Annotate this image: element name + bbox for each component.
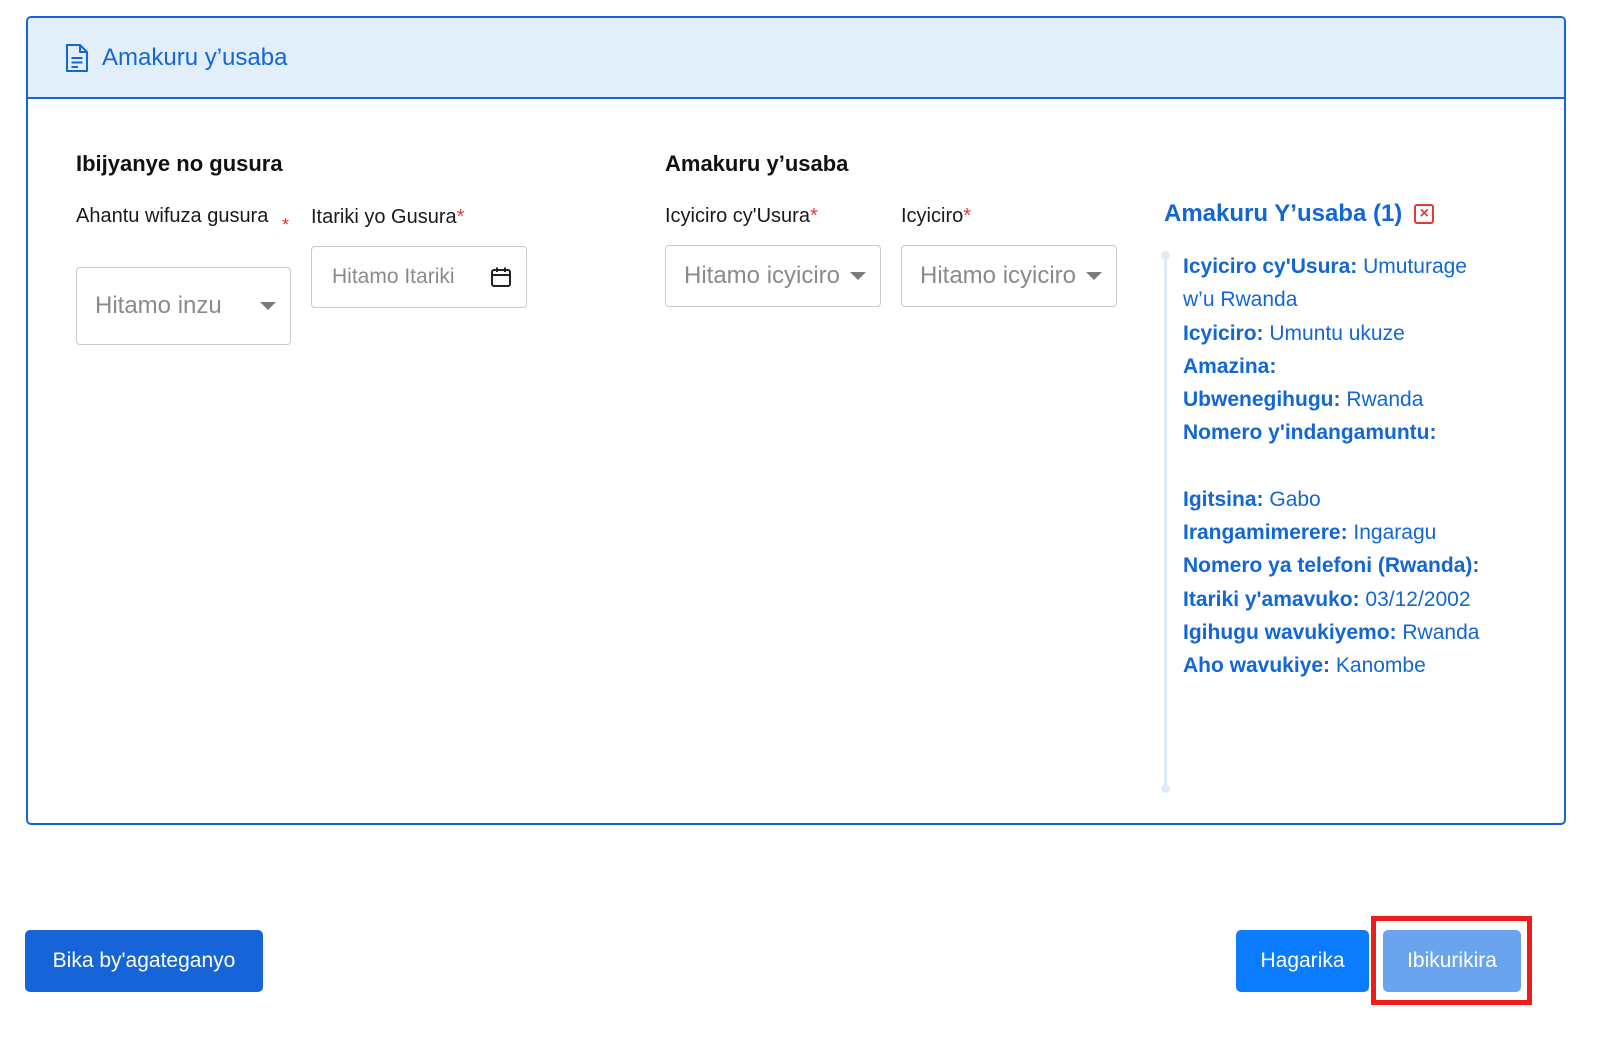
- visit-date-label: Itariki yo Gusura*: [311, 206, 465, 228]
- chevron-down-icon: [260, 302, 276, 310]
- summary-row: Irangamimerere: Ingaragu: [1183, 521, 1437, 545]
- summary-row: Aho wavukiye: Kanombe: [1183, 654, 1426, 678]
- summary-row: Nomero ya telefoni (Rwanda):: [1183, 554, 1480, 578]
- save-draft-button[interactable]: Bika by'agateganyo: [25, 930, 263, 992]
- summary-spacer: [1183, 450, 1493, 483]
- category-select[interactable]: Hitamo icyiciro: [901, 245, 1117, 307]
- timeline-dot-top: [1161, 251, 1170, 260]
- category-placeholder: Hitamo icyiciro: [920, 262, 1077, 289]
- applicant-summary-list: Icyiciro cy'Usura: Umuturage w’u Rwanda …: [1183, 250, 1493, 683]
- visitor-category-label: Icyiciro cy'Usura*: [665, 205, 818, 227]
- category-required-mark: *: [963, 205, 972, 227]
- visit-date-input[interactable]: Hitamo Itariki: [311, 246, 527, 308]
- summary-row: Igitsina: Gabo: [1183, 487, 1321, 511]
- place-select-placeholder: Hitamo inzu: [95, 292, 222, 319]
- chevron-down-icon: [850, 272, 866, 280]
- summary-row: Ubwenegihugu: Rwanda: [1183, 388, 1424, 412]
- timeline-dot-bottom: [1161, 784, 1170, 793]
- summary-row: Icyiciro: Umuntu ukuze: [1183, 321, 1405, 345]
- card-title: Amakuru y’usaba: [102, 43, 288, 71]
- visitor-category-required-mark: *: [809, 205, 818, 227]
- summary-row: Amazina:: [1183, 354, 1277, 378]
- document-icon: [66, 43, 88, 72]
- summary-row: Itariki y'amavuko: 03/12/2002: [1183, 587, 1471, 611]
- place-required-mark: *: [282, 215, 290, 235]
- visit-section-title: Ibijyanye no gusura: [76, 151, 283, 176]
- visitor-category-placeholder: Hitamo icyiciro: [684, 262, 841, 289]
- next-button[interactable]: Ibikurikira: [1383, 930, 1521, 992]
- calendar-icon[interactable]: [490, 266, 512, 288]
- cancel-button[interactable]: Hagarika: [1236, 930, 1369, 992]
- close-icon[interactable]: ×: [1414, 204, 1435, 224]
- chevron-down-icon: [1086, 272, 1102, 280]
- visitor-category-select[interactable]: Hitamo icyiciro: [665, 245, 881, 307]
- summary-row: Icyiciro cy'Usura: Umuturage w’u Rwanda: [1183, 255, 1467, 312]
- summary-row: Nomero y'indangamuntu:: [1183, 421, 1437, 445]
- place-label: Ahantu wifuza gusura: [76, 205, 269, 227]
- category-label: Icyiciro*: [901, 205, 972, 227]
- visit-date-placeholder: Hitamo Itariki: [332, 265, 455, 288]
- place-select[interactable]: Hitamo inzu: [76, 267, 291, 345]
- card-header: Amakuru y’usaba: [28, 18, 1564, 99]
- applicant-summary-title: Amakuru Y’usaba (1) ×: [1164, 200, 1435, 228]
- timeline-line: [1164, 255, 1167, 792]
- applicant-section-title: Amakuru y’usaba: [665, 151, 849, 176]
- visit-date-required-mark: *: [456, 206, 465, 228]
- summary-row: Igihugu wavukiyemo: Rwanda: [1183, 620, 1480, 644]
